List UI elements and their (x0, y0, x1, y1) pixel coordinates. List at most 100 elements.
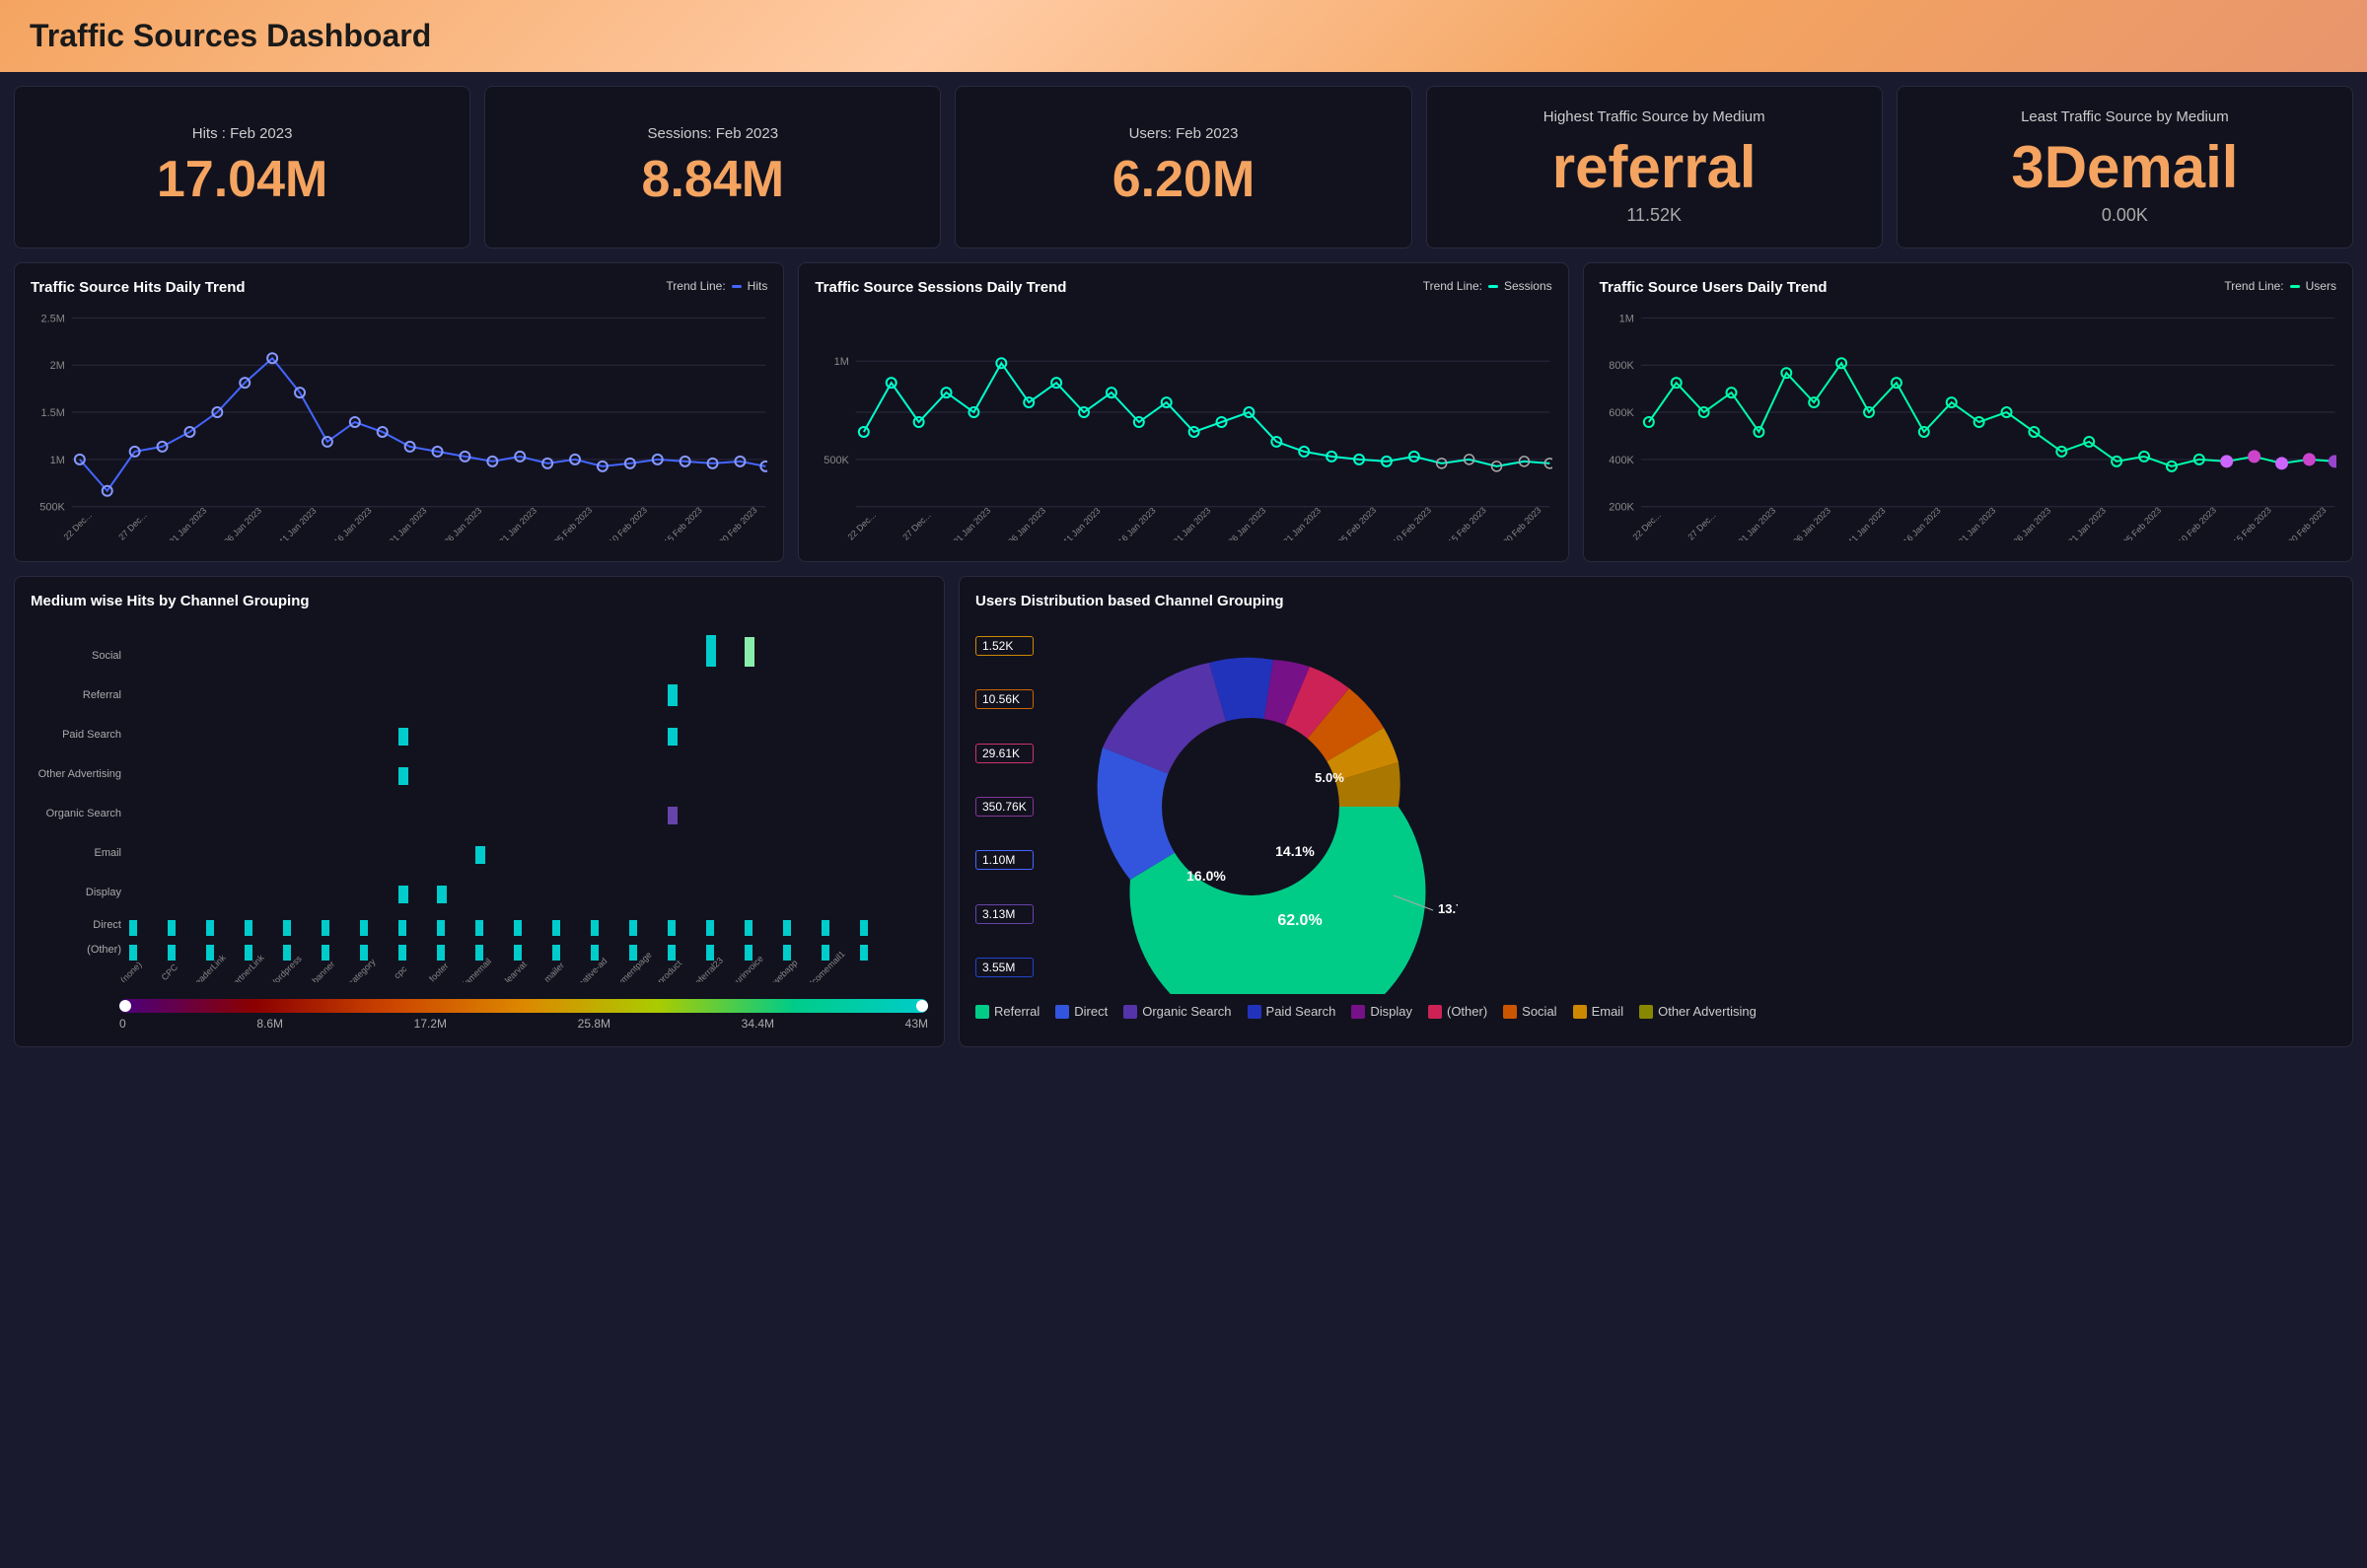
svg-text:product: product (656, 958, 684, 982)
svg-text:(Other): (Other) (87, 944, 121, 956)
svg-text:learvat: learvat (503, 959, 530, 982)
svg-text:06 Jan 2023: 06 Jan 2023 (222, 506, 263, 540)
sessions-svg: 1M 500K (815, 304, 1551, 540)
donut-label-29.61k: 29.61K (982, 747, 1020, 760)
legend-email-label: Email (1592, 1004, 1624, 1019)
donut-svg: 5.0% 14.1% 16.0% 62.0% 13.75M (1043, 619, 1458, 994)
svg-text:2.5M: 2.5M (41, 313, 65, 324)
kpi-users: Users: Feb 2023 6.20M (955, 86, 1411, 249)
svg-text:banner: banner (310, 959, 336, 982)
users-trend-chart: Traffic Source Users Daily Trend Trend L… (1583, 262, 2353, 562)
legend-other-adv-box (1639, 1005, 1653, 1019)
users-trend-line-label: Trend Line: (2224, 279, 2283, 293)
svg-text:26 Jan 2023: 26 Jan 2023 (1227, 506, 1268, 540)
kpi-sessions-label: Sessions: Feb 2023 (648, 125, 779, 142)
dashboard-title: Traffic Sources Dashboard (30, 18, 431, 54)
kpi-row: Hits : Feb 2023 17.04M Sessions: Feb 202… (0, 72, 2367, 262)
legend-social: Social (1503, 1004, 1556, 1019)
svg-text:500K: 500K (825, 455, 850, 466)
svg-text:05 Feb 2023: 05 Feb 2023 (2120, 505, 2163, 540)
legend-other: (Other) (1428, 1004, 1487, 1019)
kpi-hits: Hits : Feb 2023 17.04M (14, 86, 470, 249)
svg-text:16.0%: 16.0% (1186, 868, 1226, 884)
kpi-least: Least Traffic Source by Medium 3Demail 0… (1897, 86, 2353, 249)
svg-text:16 Jan 2023: 16 Jan 2023 (1116, 506, 1158, 540)
svg-text:26 Jan 2023: 26 Jan 2023 (2011, 506, 2052, 540)
medium-chart-title: Medium wise Hits by Channel Grouping (31, 593, 928, 609)
svg-text:1M: 1M (1618, 313, 1633, 324)
kpi-least-label: Least Traffic Source by Medium (2021, 108, 2229, 125)
svg-text:400K: 400K (1609, 455, 1634, 466)
legend-organic: Organic Search (1123, 1004, 1231, 1019)
svg-text:mailer: mailer (542, 961, 566, 982)
svg-text:5.0%: 5.0% (1315, 770, 1344, 785)
legend-display-label: Display (1370, 1004, 1412, 1019)
kpi-sessions: Sessions: Feb 2023 8.84M (484, 86, 941, 249)
color-bar (119, 999, 928, 1013)
legend-email-box (1573, 1005, 1587, 1019)
svg-text:27 Dec...: 27 Dec... (1686, 510, 1717, 540)
color-bar-label-5: 43M (905, 1017, 928, 1031)
hits-legend-dot (732, 285, 742, 288)
donut-label-10.56k: 10.56K (982, 692, 1020, 706)
donut-chart-card: Users Distribution based Channel Groupin… (959, 576, 2353, 1047)
svg-text:Referral: Referral (83, 689, 121, 701)
hits-trend-chart: Traffic Source Hits Daily Trend Trend Li… (14, 262, 784, 562)
legend-direct: Direct (1055, 1004, 1108, 1019)
svg-text:Direct: Direct (93, 919, 121, 931)
users-svg: 1M 800K 600K 400K 200K (1600, 304, 2336, 540)
donut-label-350.76k: 350.76K (982, 800, 1027, 814)
sessions-legend-dot (1488, 285, 1498, 288)
svg-text:31 Jan 2023: 31 Jan 2023 (497, 506, 538, 540)
users-legend-label: Users (2306, 279, 2336, 293)
legend-display-box (1351, 1005, 1365, 1019)
svg-text:(none): (none) (118, 960, 143, 982)
svg-text:05 Feb 2023: 05 Feb 2023 (1336, 505, 1379, 540)
svg-text:22 Dec...: 22 Dec... (61, 510, 93, 540)
svg-text:16 Jan 2023: 16 Jan 2023 (332, 506, 374, 540)
dashboard-header: Traffic Sources Dashboard (0, 0, 2367, 72)
svg-text:500K: 500K (39, 502, 65, 514)
svg-text:Other Advertising: Other Advertising (38, 768, 121, 780)
svg-text:21 Jan 2023: 21 Jan 2023 (1956, 506, 1997, 540)
sessions-chart-legend: Trend Line: Sessions (1423, 279, 1552, 293)
svg-text:15 Feb 2023: 15 Feb 2023 (662, 505, 704, 540)
legend-direct-label: Direct (1074, 1004, 1108, 1019)
legend-other-advertising: Other Advertising (1639, 1004, 1757, 1019)
svg-text:11 Jan 2023: 11 Jan 2023 (1062, 506, 1103, 540)
color-bar-label-1: 8.6M (256, 1017, 283, 1031)
kpi-hits-label: Hits : Feb 2023 (192, 125, 293, 142)
svg-text:22 Dec...: 22 Dec... (846, 510, 878, 540)
svg-text:Email: Email (94, 847, 121, 859)
kpi-highest-value: referral (1552, 133, 1757, 201)
legend-paid-box (1248, 1005, 1261, 1019)
svg-text:20 Feb 2023: 20 Feb 2023 (717, 505, 759, 540)
donut-label-1.52k: 1.52K (982, 639, 1013, 653)
donut-label-3.13m: 3.13M (982, 907, 1015, 921)
users-legend-dot (2290, 285, 2300, 288)
sessions-trend-chart: Traffic Source Sessions Daily Trend Tren… (798, 262, 1568, 562)
users-chart-legend: Trend Line: Users (2224, 279, 2336, 293)
color-bar-label-0: 0 (119, 1017, 126, 1031)
svg-text:10 Feb 2023: 10 Feb 2023 (607, 505, 649, 540)
kpi-users-value: 6.20M (1112, 150, 1255, 209)
color-bar-label-2: 17.2M (414, 1017, 447, 1031)
bottom-row: Medium wise Hits by Channel Grouping Soc… (0, 576, 2367, 1061)
svg-text:1M: 1M (834, 356, 849, 368)
kpi-least-sub: 0.00K (2102, 205, 2148, 226)
trend-charts-row: Traffic Source Hits Daily Trend Trend Li… (0, 262, 2367, 576)
svg-text:16 Jan 2023: 16 Jan 2023 (1901, 506, 1942, 540)
svg-text:26 Jan 2023: 26 Jan 2023 (442, 506, 483, 540)
legend-paid: Paid Search (1248, 1004, 1336, 1019)
svg-text:06 Jan 2023: 06 Jan 2023 (1791, 506, 1832, 540)
svg-text:15 Feb 2023: 15 Feb 2023 (2231, 505, 2273, 540)
legend-social-label: Social (1522, 1004, 1556, 1019)
donut-side-labels: 1.52K 10.56K 29.61K 350.76K 1.10M 3.13M (975, 619, 1034, 994)
legend-organic-box (1123, 1005, 1137, 1019)
svg-text:31 Jan 2023: 31 Jan 2023 (1281, 506, 1323, 540)
color-bar-dot-right (916, 1000, 928, 1012)
legend-organic-label: Organic Search (1142, 1004, 1231, 1019)
color-bar-label-3: 25.8M (578, 1017, 610, 1031)
svg-text:01 Jan 2023: 01 Jan 2023 (1736, 506, 1777, 540)
svg-text:20 Feb 2023: 20 Feb 2023 (2286, 505, 2329, 540)
